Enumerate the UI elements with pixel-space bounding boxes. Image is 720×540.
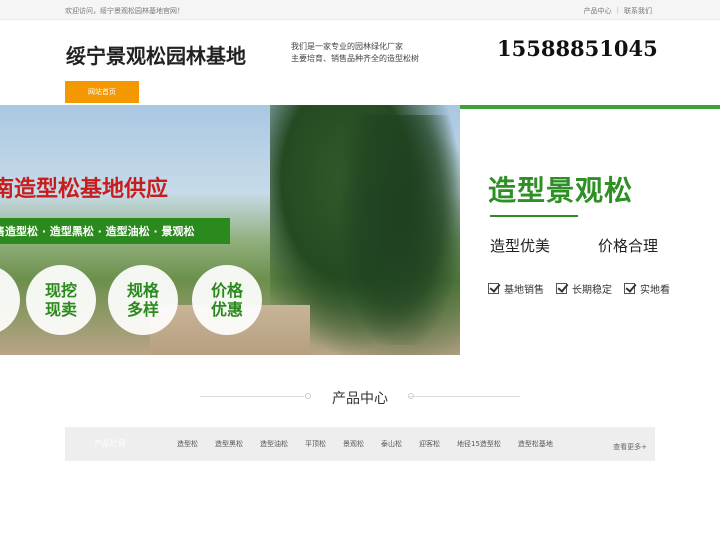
- tagline-line-2: 主要培育、销售品种齐全的造型松树: [291, 54, 419, 63]
- top-link-contact[interactable]: 联系我们: [624, 6, 652, 16]
- banner-circle-spec: 规格 多样: [108, 265, 178, 335]
- hero-banner[interactable]: 南造型松基地供应 售造型松 · 造型黑松 · 造型油松 · 景观松 现挖 现卖 …: [0, 105, 720, 355]
- category-item[interactable]: 造型黑松: [215, 439, 243, 449]
- check-label-sales: 基地销售: [504, 285, 544, 296]
- pine-trees-image-2: [340, 115, 460, 345]
- site-header: 绥宁景观松园林基地 我们是一家专业的园林绿化厂家 主要培育、销售品种齐全的造型松…: [0, 20, 720, 105]
- banner-right-sub-1: 造型优美: [490, 237, 551, 255]
- welcome-text: 欢迎访问，绥宁景观松园林基地官网！: [65, 7, 184, 15]
- banner-right-sub-2: 价格合理: [598, 237, 659, 255]
- top-links: 产品中心 | 联系我们: [584, 6, 652, 16]
- phone-number: 15588851045: [497, 36, 658, 61]
- banner-circle-price: 价格 优惠: [192, 265, 262, 335]
- check-label-stable: 长期稳定: [572, 285, 612, 296]
- site-tagline: 我们是一家专业的园林绿化厂家 主要培育、销售品种齐全的造型松树: [291, 41, 419, 65]
- category-label: 产品栏目: [94, 439, 126, 448]
- banner-right-title: 造型景观松: [488, 174, 634, 207]
- banner-headline: 南造型松基地供应: [0, 177, 169, 202]
- nav-home-button[interactable]: 网站首页: [65, 81, 139, 103]
- check-label-visit: 实地看: [640, 285, 670, 296]
- category-item[interactable]: 景观松: [343, 439, 364, 449]
- view-more-link[interactable]: 查看更多+: [613, 442, 647, 452]
- banner-right-panel: 造型景观松 造型优美 价格合理 基地销售 长期稳定 实地看: [460, 105, 720, 355]
- circle-text-dig: 现挖 现卖: [44, 281, 77, 319]
- category-item[interactable]: 造型松基地: [518, 439, 553, 449]
- top-link-products[interactable]: 产品中心: [584, 6, 612, 16]
- tagline-line-1: 我们是一家专业的园林绿化厂家: [291, 42, 403, 51]
- checkbox-icon: [488, 283, 499, 294]
- banner-right-underline: [490, 215, 578, 217]
- section-title-products: 产品中心: [332, 391, 388, 407]
- check-item-visit: 实地看: [624, 281, 670, 296]
- category-item[interactable]: 造型松: [177, 439, 198, 449]
- top-link-separator: |: [616, 6, 619, 14]
- checkbox-icon: [624, 283, 635, 294]
- banner-circle-0: [0, 265, 20, 335]
- check-item-stable: 长期稳定: [556, 281, 612, 296]
- circle-text-spec: 规格 多样: [126, 281, 159, 319]
- site-logo[interactable]: 绥宁景观松园林基地: [66, 40, 246, 69]
- top-bar: 欢迎访问，绥宁景观松园林基地官网！ 产品中心 | 联系我们: [0, 0, 720, 20]
- category-item[interactable]: 平顶松: [305, 439, 326, 449]
- banner-checklist: 基地销售 长期稳定 实地看: [488, 281, 670, 296]
- category-item[interactable]: 地径15造型松: [457, 439, 501, 449]
- banner-green-bar-text: 售造型松 · 造型黑松 · 造型油松 · 景观松: [0, 225, 195, 238]
- category-item[interactable]: 迎客松: [419, 439, 440, 449]
- check-item-sales: 基地销售: [488, 281, 544, 296]
- banner-circle-dig: 现挖 现卖: [26, 265, 96, 335]
- category-item[interactable]: 泰山松: [381, 439, 402, 449]
- category-item[interactable]: 造型油松: [260, 439, 288, 449]
- product-category-bar: 产品栏目 造型松 造型黑松 造型油松 平顶松 景观松 泰山松 迎客松 地径15造…: [65, 427, 655, 461]
- banner-photo: 南造型松基地供应 售造型松 · 造型黑松 · 造型油松 · 景观松 现挖 现卖 …: [0, 105, 460, 355]
- circle-text-price: 价格 优惠: [210, 281, 243, 319]
- banner-green-bar: 售造型松 · 造型黑松 · 造型油松 · 景观松: [0, 218, 230, 244]
- section-title-line-right: [410, 396, 520, 397]
- category-list: 造型松 造型黑松 造型油松 平顶松 景观松 泰山松 迎客松 地径15造型松 造型…: [177, 427, 570, 461]
- checkbox-icon: [556, 283, 567, 294]
